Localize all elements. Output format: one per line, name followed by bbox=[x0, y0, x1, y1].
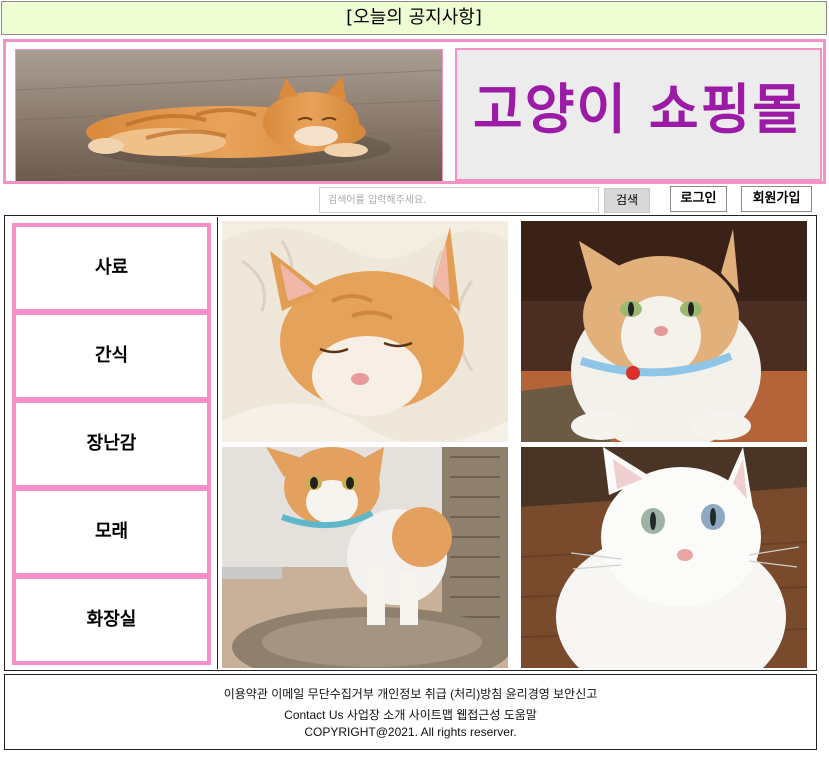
gallery-image-white-cat[interactable] bbox=[521, 447, 807, 668]
footer-copyright: COPYRIGHT@2021. All rights reserver. bbox=[304, 725, 517, 739]
gallery-image-scratcher-cat[interactable] bbox=[222, 447, 508, 668]
search-button[interactable]: 검색 bbox=[604, 188, 650, 213]
category-nav: 사료 간식 장난감 모래 화장실 bbox=[6, 217, 218, 669]
nav-item-litter-box[interactable]: 화장실 bbox=[12, 575, 211, 665]
search-bar: 검색 로그인 회원가입 bbox=[0, 185, 829, 215]
search-input[interactable] bbox=[319, 187, 599, 213]
footer: 이용약관 이메일 무단수집거부 개인정보 취급 (처리)방침 윤리경영 보안신고… bbox=[4, 674, 817, 750]
header-cat-image bbox=[15, 49, 443, 182]
signup-button[interactable]: 회원가입 bbox=[741, 186, 812, 212]
notice-text: [오늘의 공지사항] bbox=[346, 7, 482, 28]
shop-logo[interactable]: 고양이 쇼핑몰 bbox=[455, 48, 822, 181]
login-button[interactable]: 로그인 bbox=[670, 186, 727, 212]
nav-item-litter[interactable]: 모래 bbox=[12, 487, 211, 577]
footer-policy-links[interactable]: 이용약관 이메일 무단수집거부 개인정보 취급 (처리)방침 윤리경영 보안신고 bbox=[5, 685, 816, 702]
header: 고양이 쇼핑몰 bbox=[3, 39, 826, 184]
nav-item-food[interactable]: 사료 bbox=[12, 223, 211, 313]
main-content: 사료 간식 장난감 모래 화장실 bbox=[4, 215, 817, 671]
shop-logo-text: 고양이 쇼핑몰 bbox=[473, 78, 804, 141]
product-gallery bbox=[220, 217, 817, 669]
nav-item-snacks[interactable]: 간식 bbox=[12, 311, 211, 401]
gallery-image-collar-cat[interactable] bbox=[521, 221, 807, 442]
gallery-image-sleeping-kitten[interactable] bbox=[222, 221, 508, 442]
notice-banner: [오늘의 공지사항] bbox=[1, 1, 827, 35]
footer-info-links[interactable]: Contact Us 사업장 소개 사이트맵 웹접근성 도움말 bbox=[5, 706, 816, 723]
nav-item-toys[interactable]: 장난감 bbox=[12, 399, 211, 489]
